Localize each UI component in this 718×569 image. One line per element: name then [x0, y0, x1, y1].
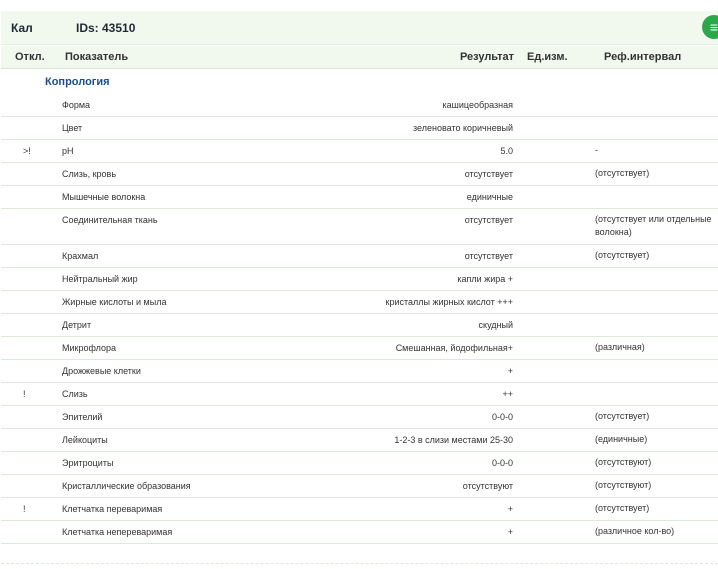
- row-param: Клетчатка переваримая: [62, 504, 163, 514]
- row-result: 1-2-3 в слизи местами 25-30: [394, 435, 513, 445]
- row-result: зеленовато коричневый: [413, 123, 513, 133]
- column-unit: Ед.изм.: [527, 51, 568, 63]
- list-icon[interactable]: ≡: [702, 15, 718, 39]
- table-row: Детрит скудный: [1, 314, 718, 337]
- bottom-divider: [1, 563, 718, 564]
- row-param: Эпителий: [62, 412, 103, 422]
- row-param: Слизь: [62, 389, 88, 399]
- table-row: Эпителий 0-0-0 (отсутствует): [1, 406, 718, 429]
- row-result: 0-0-0: [491, 412, 513, 422]
- row-ref: (отсутствует): [595, 411, 650, 421]
- results-table: Форма кашицеобразная Цвет зеленовато корич…: [1, 94, 718, 544]
- row-ref: -: [595, 145, 598, 155]
- row-param: Жирные кислоты и мыла: [62, 297, 167, 307]
- sample-type: Кал: [11, 21, 33, 35]
- row-ref: (отсутствует или отдельные волокна): [595, 214, 712, 237]
- table-row: Эритроциты 0-0-0 (отсутствуют): [1, 452, 718, 475]
- row-result: +: [507, 504, 513, 514]
- sample-ids: IDs: 43510: [76, 21, 136, 35]
- row-result: +: [507, 527, 513, 537]
- row-result: отсутствует: [464, 215, 513, 225]
- table-header: Откл. Показатель Результат Ед.изм. Реф.и…: [1, 46, 718, 69]
- row-result: капли жира +: [457, 274, 513, 284]
- row-result: 5.0: [500, 146, 513, 156]
- table-row: ! Слизь ++: [1, 383, 718, 406]
- row-flag: !: [23, 504, 26, 514]
- row-result: отсутствует: [464, 251, 513, 261]
- row-ref: (отсутствует): [595, 168, 650, 178]
- row-param: Слизь, кровь: [62, 169, 117, 179]
- column-flag: Откл.: [15, 51, 45, 63]
- row-ref: (различная): [595, 342, 645, 352]
- row-param: Дрожжевые клетки: [62, 366, 141, 376]
- column-result: Результат: [459, 51, 514, 63]
- row-param: Мышечные волокна: [62, 192, 146, 202]
- row-result: скудный: [478, 320, 513, 330]
- column-ref: Реф.интервал: [604, 51, 682, 63]
- table-row: Кристаллические образования отсутствуют (о…: [1, 475, 718, 498]
- row-ref: (отсутствует): [595, 250, 650, 260]
- row-ref: (отсутствуют): [595, 457, 652, 467]
- table-row: Лейкоциты 1-2-3 в слизи местами 25-30 (еди…: [1, 429, 718, 452]
- row-ref: (различное кол-во): [595, 526, 675, 536]
- row-param: Клетчатка непереваримая: [62, 527, 173, 537]
- row-flag: !: [23, 389, 26, 399]
- row-ref: (отсутствуют): [595, 480, 652, 490]
- row-result: ++: [502, 389, 513, 399]
- row-result: единичные: [466, 192, 513, 202]
- table-row: Крахмал отсутствует (отсутствует): [1, 245, 718, 268]
- table-row: Жирные кислоты и мыла кристаллы жирных ки…: [1, 291, 718, 314]
- row-flag: >!: [23, 146, 31, 156]
- row-param: Детрит: [62, 320, 92, 330]
- row-result: отсутствуют: [462, 481, 513, 491]
- row-param: Соединительная ткань: [62, 215, 158, 225]
- report-header: Кал IDs: 43510 ≡: [1, 11, 718, 45]
- row-ref: (единичные): [595, 434, 648, 444]
- row-param: Эритроциты: [62, 458, 114, 468]
- table-row: Соединительная ткань отсутствует (отсутств…: [1, 209, 718, 245]
- row-param: Форма: [62, 100, 91, 110]
- row-param: Цвет: [62, 123, 83, 133]
- column-param: Показатель: [65, 51, 129, 63]
- table-row: Клетчатка непереваримая + (различное кол-в…: [1, 521, 718, 544]
- table-row: Нейтральный жир капли жира +: [1, 268, 718, 291]
- row-result: отсутствует: [464, 169, 513, 179]
- row-param: Крахмал: [62, 251, 99, 261]
- table-row: Слизь, кровь отсутствует (отсутствует): [1, 163, 718, 186]
- table-row: >! pH 5.0 -: [1, 140, 718, 163]
- row-param: Микрофлора: [62, 343, 117, 353]
- row-param: Нейтральный жир: [62, 274, 138, 284]
- row-result: кристаллы жирных кислот +++: [385, 297, 513, 307]
- row-result: кашицеобразная: [442, 100, 514, 110]
- row-param: Кристаллические образования: [62, 481, 191, 491]
- row-param: pH: [62, 146, 74, 156]
- table-row: ! Клетчатка переваримая + (отсутствует): [1, 498, 718, 521]
- table-row: Цвет зеленовато коричневый: [1, 117, 718, 140]
- table-row: Микрофлора Смешанная, йодофильная+ (различ…: [1, 337, 718, 360]
- row-param: Лейкоциты: [62, 435, 108, 445]
- row-result: 0-0-0: [491, 458, 513, 468]
- table-row: Форма кашицеобразная: [1, 94, 718, 117]
- section-title: Копрология: [45, 76, 110, 88]
- row-result: +: [507, 366, 513, 376]
- row-result: Смешанная, йодофильная+: [395, 343, 513, 353]
- table-row: Дрожжевые клетки +: [1, 360, 718, 383]
- row-ref: (отсутствует): [595, 503, 650, 513]
- table-row: Мышечные волокна единичные: [1, 186, 718, 209]
